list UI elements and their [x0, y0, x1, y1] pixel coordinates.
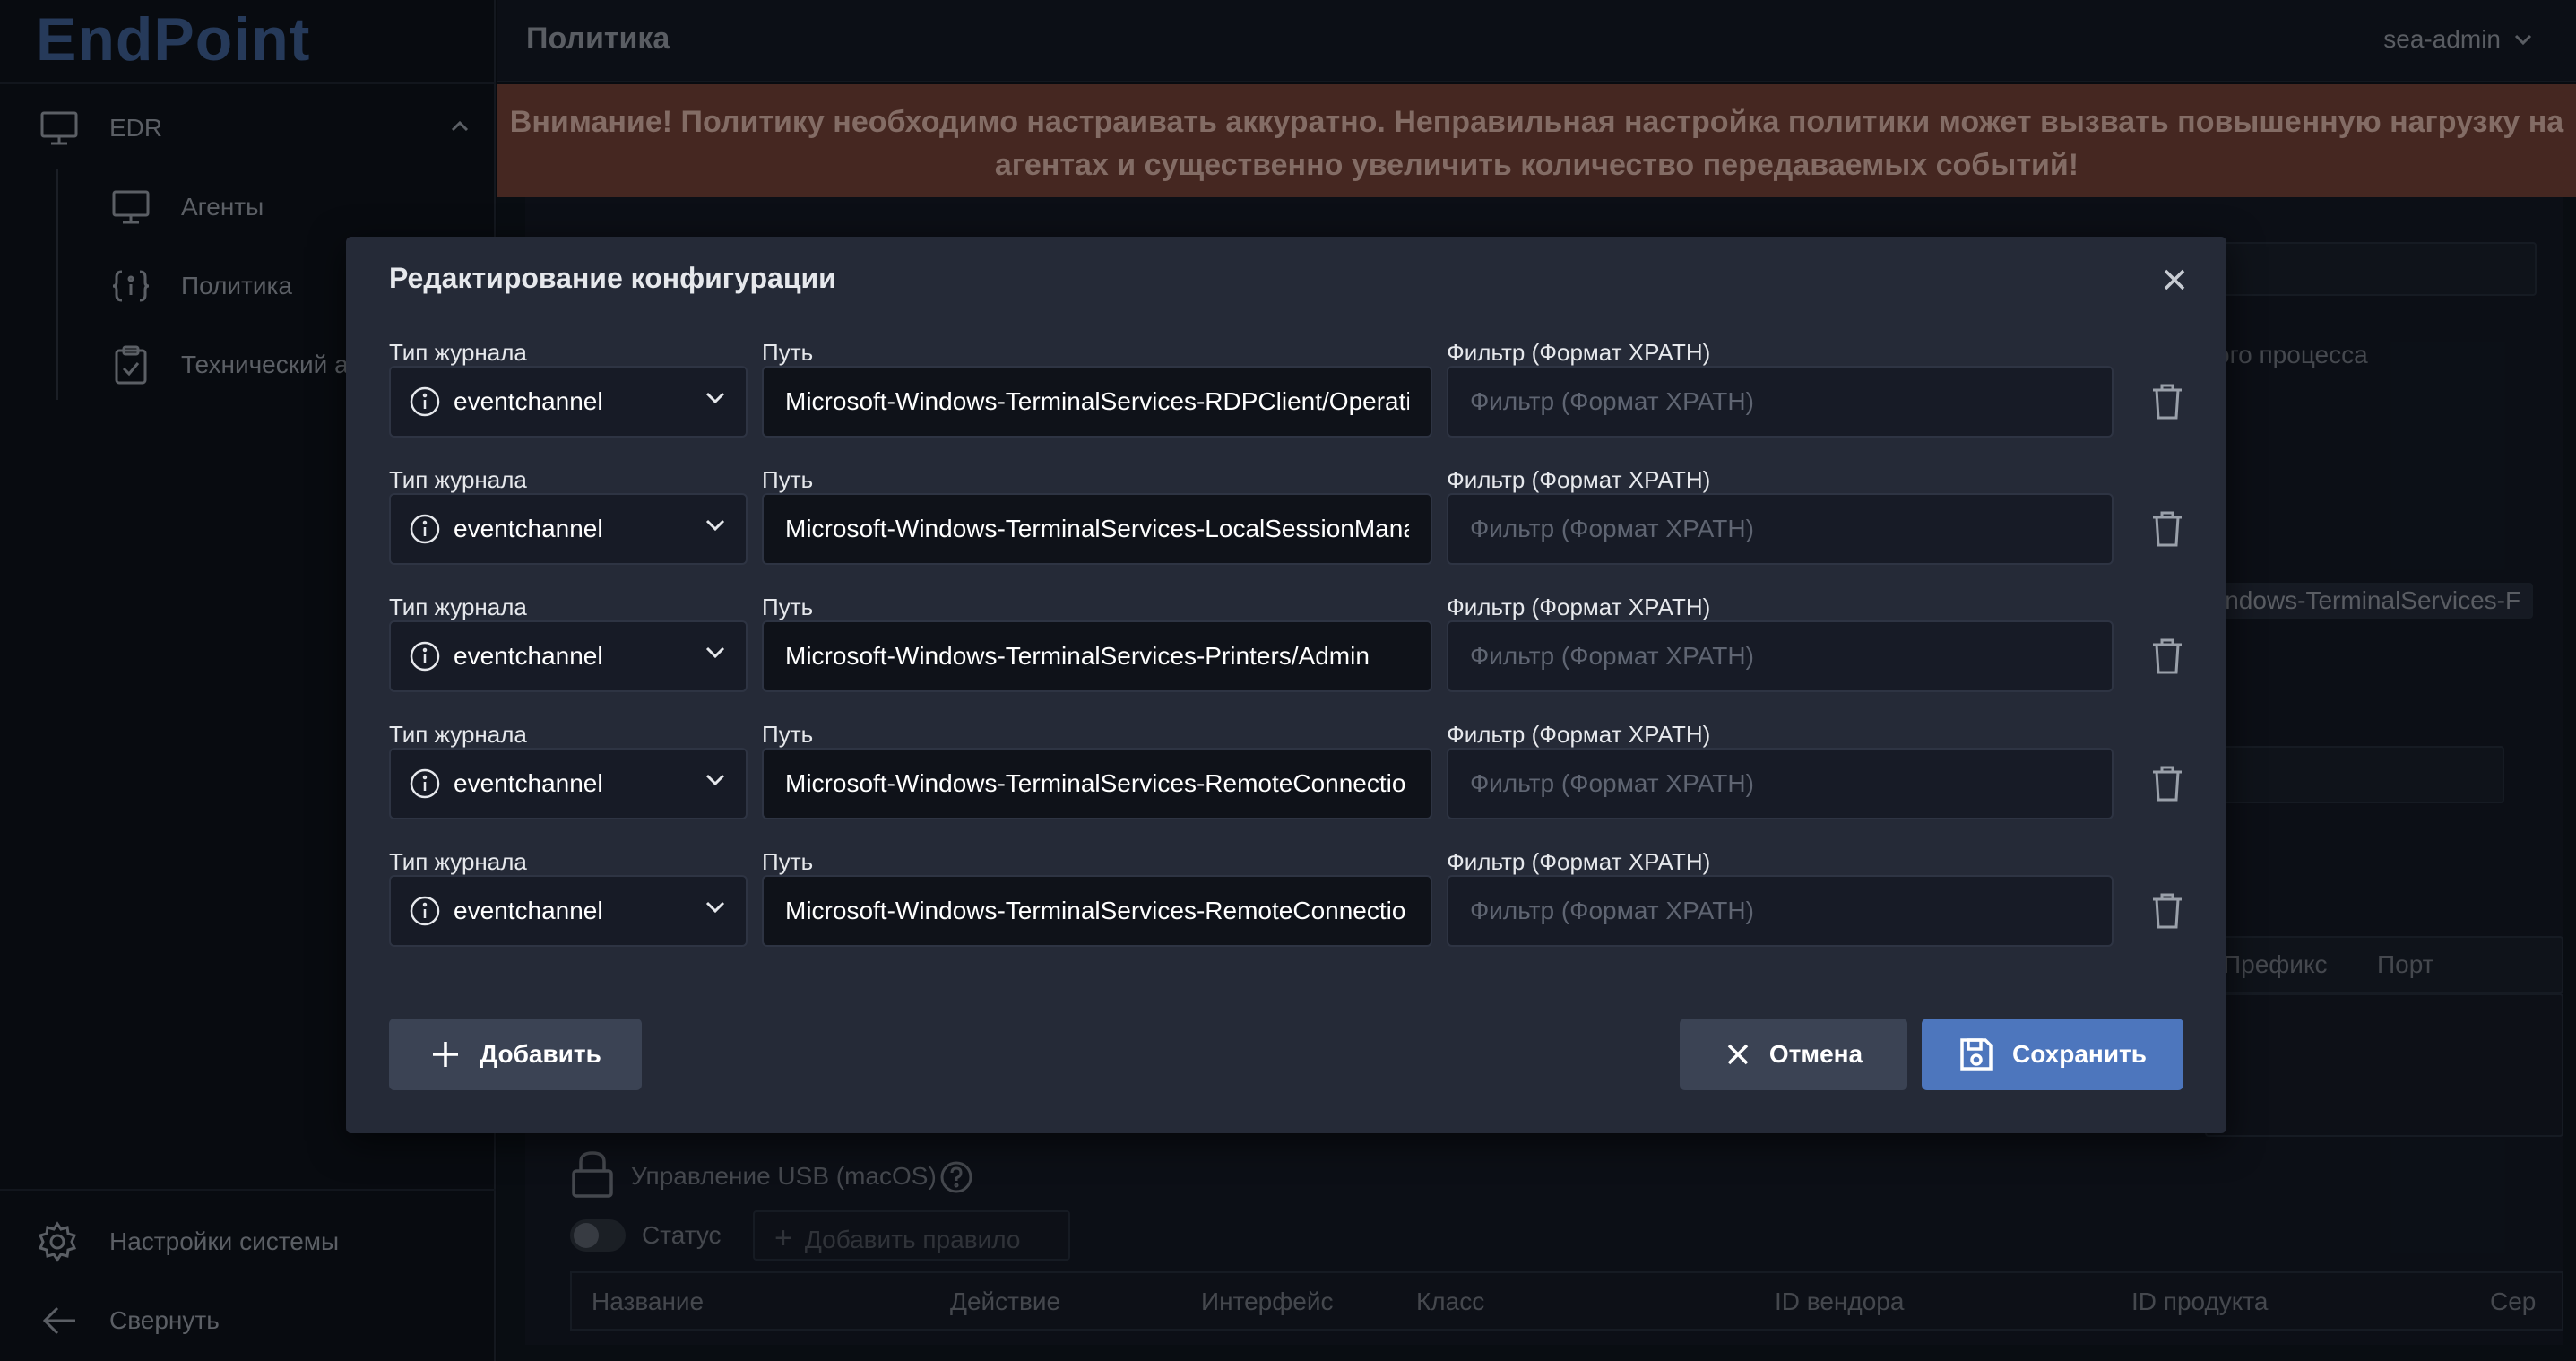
- trash-icon: [2153, 766, 2182, 802]
- trash-icon: [2153, 384, 2182, 420]
- add-button-label: Добавить: [480, 1040, 601, 1068]
- close-icon: [2164, 269, 2185, 290]
- trash-icon: [2153, 638, 2182, 674]
- journal-type-value: eventchannel: [454, 897, 603, 924]
- add-button[interactable]: Добавить: [389, 1019, 642, 1090]
- filter-label: Фильтр (Формат XPATH): [1447, 466, 1711, 493]
- config-row: Тип журнала Путь Фильтр (Формат XPATH) e…: [389, 466, 2209, 594]
- filter-label: Фильтр (Формат XPATH): [1447, 594, 1711, 620]
- chevron-down-icon: [705, 392, 725, 404]
- journal-type-select[interactable]: eventchannel: [389, 748, 748, 819]
- config-row: Тип журнала Путь Фильтр (Формат XPATH) e…: [389, 339, 2209, 466]
- delete-row-button[interactable]: [2149, 891, 2185, 931]
- trash-icon: [2153, 511, 2182, 547]
- path-label: Путь: [762, 339, 814, 366]
- journal-type-select[interactable]: eventchannel: [389, 875, 748, 947]
- save-button[interactable]: Сохранить: [1922, 1019, 2183, 1090]
- edit-config-modal: Редактирование конфигурации Тип журнала …: [346, 237, 2226, 1133]
- path-label: Путь: [762, 466, 814, 493]
- journal-type-value: eventchannel: [454, 769, 603, 797]
- path-input[interactable]: [762, 748, 1432, 819]
- trash-icon: [2153, 893, 2182, 929]
- delete-row-button[interactable]: [2149, 764, 2185, 803]
- close-button[interactable]: [2157, 262, 2192, 298]
- modal-title: Редактирование конфигурации: [389, 262, 836, 294]
- path-input[interactable]: [762, 620, 1432, 692]
- info-icon: [410, 514, 440, 544]
- path-label: Путь: [762, 594, 814, 620]
- journal-type-label: Тип журнала: [389, 848, 527, 875]
- filter-input[interactable]: [1447, 875, 2114, 947]
- info-icon: [410, 896, 440, 926]
- plus-icon: [433, 1042, 459, 1067]
- filter-input[interactable]: [1447, 748, 2114, 819]
- chevron-down-icon: [705, 774, 725, 786]
- cancel-button[interactable]: Отмена: [1680, 1019, 1907, 1090]
- cancel-button-label: Отмена: [1768, 1040, 1863, 1068]
- config-row: Тип журнала Путь Фильтр (Формат XPATH) e…: [389, 848, 2209, 975]
- filter-label: Фильтр (Формат XPATH): [1447, 339, 1711, 366]
- journal-type-label: Тип журнала: [389, 466, 527, 493]
- filter-label: Фильтр (Формат XPATH): [1447, 721, 1711, 748]
- filter-input[interactable]: [1447, 493, 2114, 565]
- close-icon: [1727, 1044, 1749, 1065]
- filter-input[interactable]: [1447, 366, 2114, 438]
- delete-row-button[interactable]: [2149, 382, 2185, 421]
- info-icon: [410, 641, 440, 672]
- path-input[interactable]: [762, 493, 1432, 565]
- journal-type-label: Тип журнала: [389, 339, 527, 366]
- delete-row-button[interactable]: [2149, 509, 2185, 549]
- path-input[interactable]: [762, 366, 1432, 438]
- journal-type-select[interactable]: eventchannel: [389, 620, 748, 692]
- chevron-down-icon: [705, 519, 725, 532]
- journal-type-value: eventchannel: [454, 642, 603, 670]
- filter-label: Фильтр (Формат XPATH): [1447, 848, 1711, 875]
- journal-type-label: Тип журнала: [389, 594, 527, 620]
- config-row: Тип журнала Путь Фильтр (Формат XPATH) e…: [389, 594, 2209, 721]
- filter-input[interactable]: [1447, 620, 2114, 692]
- chevron-down-icon: [705, 646, 725, 659]
- path-input[interactable]: [762, 875, 1432, 947]
- journal-type-select[interactable]: eventchannel: [389, 493, 748, 565]
- journal-type-value: eventchannel: [454, 387, 603, 415]
- path-label: Путь: [762, 721, 814, 748]
- journal-type-select[interactable]: eventchannel: [389, 366, 748, 438]
- path-label: Путь: [762, 848, 814, 875]
- save-icon: [1960, 1038, 1993, 1071]
- config-row: Тип журнала Путь Фильтр (Формат XPATH) e…: [389, 721, 2209, 848]
- save-button-label: Сохранить: [2012, 1040, 2147, 1068]
- journal-type-value: eventchannel: [454, 515, 603, 542]
- info-icon: [410, 386, 440, 417]
- chevron-down-icon: [705, 901, 725, 914]
- journal-type-label: Тип журнала: [389, 721, 527, 748]
- info-icon: [410, 768, 440, 799]
- delete-row-button[interactable]: [2149, 637, 2185, 676]
